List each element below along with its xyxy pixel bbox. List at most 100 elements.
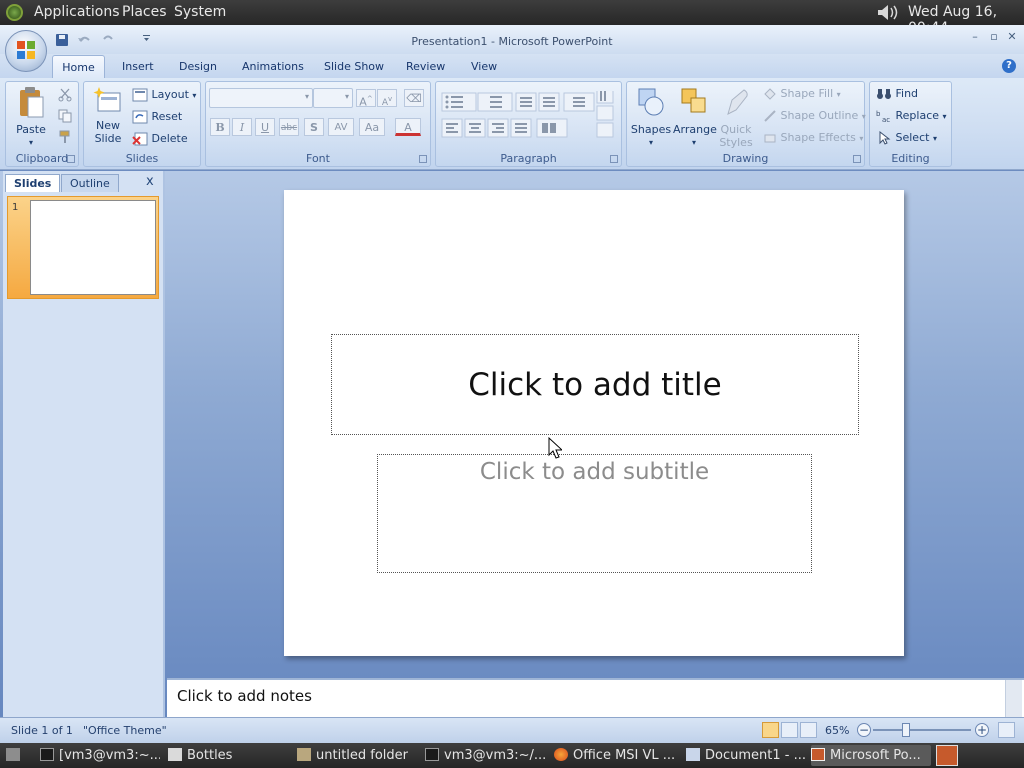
- tab-home[interactable]: Home: [52, 55, 105, 79]
- select-button[interactable]: Select ▾: [876, 130, 937, 147]
- powerpoint-tray-icon[interactable]: [936, 745, 958, 766]
- tab-design[interactable]: Design: [179, 60, 217, 73]
- taskbar-item-bottles[interactable]: Bottles: [168, 745, 278, 766]
- layout-button[interactable]: Layout ▾: [132, 87, 196, 104]
- font-size-combobox[interactable]: ▾: [313, 88, 353, 108]
- shape-outline-button[interactable]: Shape Outline ▾: [763, 108, 866, 125]
- shape-effects-icon: [764, 134, 776, 143]
- format-painter-icon[interactable]: [58, 130, 72, 144]
- shape-fill-label: Shape Fill: [780, 87, 834, 100]
- shape-effects-button[interactable]: Shape Effects ▾: [763, 130, 863, 147]
- taskbar-item-powerpoint[interactable]: Microsoft Po...: [811, 745, 931, 766]
- font-launcher-icon[interactable]: [419, 155, 427, 163]
- tab-view[interactable]: View: [471, 60, 497, 73]
- slide-canvas[interactable]: Click to add title Click to add subtitle: [284, 190, 904, 656]
- new-slide-button[interactable]: New Slide: [88, 86, 128, 145]
- taskbar-item-document1[interactable]: Document1 - ...: [686, 745, 806, 766]
- tab-outline[interactable]: Outline: [61, 174, 119, 192]
- drawing-launcher-icon[interactable]: [853, 155, 861, 163]
- taskbar-item-label: [vm3@vm3:~...: [59, 748, 160, 763]
- office-button[interactable]: [5, 30, 47, 72]
- quick-styles-button[interactable]: Quick Styles: [715, 86, 757, 149]
- zoom-slider-thumb[interactable]: [902, 723, 910, 737]
- fit-to-window-icon[interactable]: [998, 722, 1015, 738]
- clipboard-launcher-icon[interactable]: [67, 155, 75, 163]
- slide-sorter-view-icon[interactable]: [781, 722, 798, 738]
- minimize-button[interactable]: –: [968, 30, 982, 44]
- slide-thumbnail-selected[interactable]: 1: [7, 196, 159, 299]
- ribbon: Paste ▾ Clipboard New Slide Layout ▾ Res…: [0, 78, 1024, 170]
- distro-logo-icon[interactable]: [6, 4, 23, 21]
- close-button[interactable]: ✕: [1005, 30, 1019, 44]
- zoom-out-icon[interactable]: −: [857, 723, 871, 737]
- shapes-button[interactable]: Shapes ▾: [630, 86, 672, 149]
- slide-show-view-icon[interactable]: [800, 722, 817, 738]
- help-icon[interactable]: ?: [1002, 59, 1016, 73]
- title-placeholder[interactable]: Click to add title: [331, 334, 859, 435]
- maximize-button[interactable]: ▫: [987, 30, 1001, 44]
- arrange-button[interactable]: Arrange ▾: [673, 86, 717, 149]
- clear-formatting-button[interactable]: ⌫: [404, 89, 424, 107]
- reset-button[interactable]: Reset: [132, 109, 182, 125]
- font-color-button[interactable]: A: [395, 118, 421, 136]
- replace-icon: bac: [876, 110, 890, 123]
- copy-icon[interactable]: [58, 109, 72, 123]
- grow-font-button[interactable]: A^: [356, 89, 376, 109]
- italic-button[interactable]: I: [232, 118, 252, 136]
- replace-button[interactable]: b ac Replace ▾: [876, 108, 947, 125]
- taskbar-item-untitled-folder[interactable]: untitled folder: [297, 745, 417, 766]
- taskbar-item-terminal-1[interactable]: [vm3@vm3:~...: [40, 745, 160, 766]
- strikethrough-button[interactable]: abc: [279, 118, 299, 136]
- cut-icon[interactable]: [58, 88, 72, 102]
- paste-icon: [20, 87, 44, 118]
- window-title: Presentation1 - Microsoft PowerPoint: [411, 35, 613, 48]
- taskbar-item-label: Office MSI VL ...: [573, 748, 676, 763]
- terminal-icon: [425, 748, 439, 761]
- text-shadow-button[interactable]: S: [304, 118, 324, 136]
- paragraph-controls-icon[interactable]: [440, 91, 618, 147]
- character-spacing-button[interactable]: AV: [328, 118, 354, 136]
- shape-fill-button[interactable]: Shape Fill ▾: [763, 86, 841, 103]
- subtitle-placeholder[interactable]: Click to add subtitle: [377, 454, 812, 573]
- taskbar-item-label: vm3@vm3:~/...: [444, 748, 547, 763]
- tab-slides[interactable]: Slides: [5, 174, 61, 192]
- normal-view-icon[interactable]: [762, 722, 779, 738]
- delete-label: Delete: [151, 132, 188, 145]
- taskbar-item-terminal-2[interactable]: vm3@vm3:~/...: [425, 745, 547, 766]
- font-name-combobox[interactable]: ▾: [209, 88, 313, 108]
- zoom-slider-track[interactable]: [873, 729, 971, 731]
- svg-text:b: b: [876, 110, 881, 118]
- quick-styles-label-2: Styles: [719, 136, 753, 149]
- applications-menu[interactable]: Applications: [34, 4, 120, 20]
- arrange-dropdown-icon: ▾: [691, 138, 696, 147]
- tab-review[interactable]: Review: [406, 60, 445, 73]
- shrink-font-button[interactable]: Av: [377, 89, 397, 108]
- pane-close-icon[interactable]: x: [146, 174, 154, 189]
- tab-animations[interactable]: Animations: [242, 60, 304, 73]
- tab-slide-show[interactable]: Slide Show: [324, 60, 384, 73]
- notes-pane[interactable]: Click to add notes: [167, 678, 1024, 719]
- show-desktop-button[interactable]: [2, 745, 28, 766]
- taskbar-item-firefox[interactable]: Office MSI VL ...: [554, 745, 676, 766]
- select-label: Select: [895, 131, 930, 144]
- underline-button[interactable]: U: [255, 118, 275, 136]
- system-menu[interactable]: System: [174, 4, 226, 20]
- places-menu[interactable]: Places: [122, 4, 167, 20]
- paragraph-group-label: Paragraph: [500, 152, 557, 165]
- paste-button[interactable]: Paste ▾: [12, 86, 50, 149]
- find-button[interactable]: Find: [876, 86, 918, 102]
- notes-scrollbar[interactable]: [1005, 680, 1022, 719]
- delete-button[interactable]: Delete: [132, 131, 188, 147]
- bold-button[interactable]: B: [210, 118, 230, 136]
- slide-thumbnail[interactable]: [30, 200, 156, 295]
- pointer-icon: [879, 131, 891, 145]
- title-bar: Presentation1 - Microsoft PowerPoint – ▫…: [0, 25, 1024, 54]
- tab-insert[interactable]: Insert: [122, 60, 154, 73]
- paragraph-launcher-icon[interactable]: [610, 155, 618, 163]
- change-case-button[interactable]: Aa: [359, 118, 385, 136]
- zoom-level[interactable]: 65%: [825, 724, 849, 737]
- volume-icon[interactable]: [876, 3, 900, 22]
- slide-count-status: Slide 1 of 1: [11, 724, 73, 737]
- zoom-in-icon[interactable]: +: [975, 723, 989, 737]
- notes-placeholder[interactable]: Click to add notes: [177, 687, 312, 705]
